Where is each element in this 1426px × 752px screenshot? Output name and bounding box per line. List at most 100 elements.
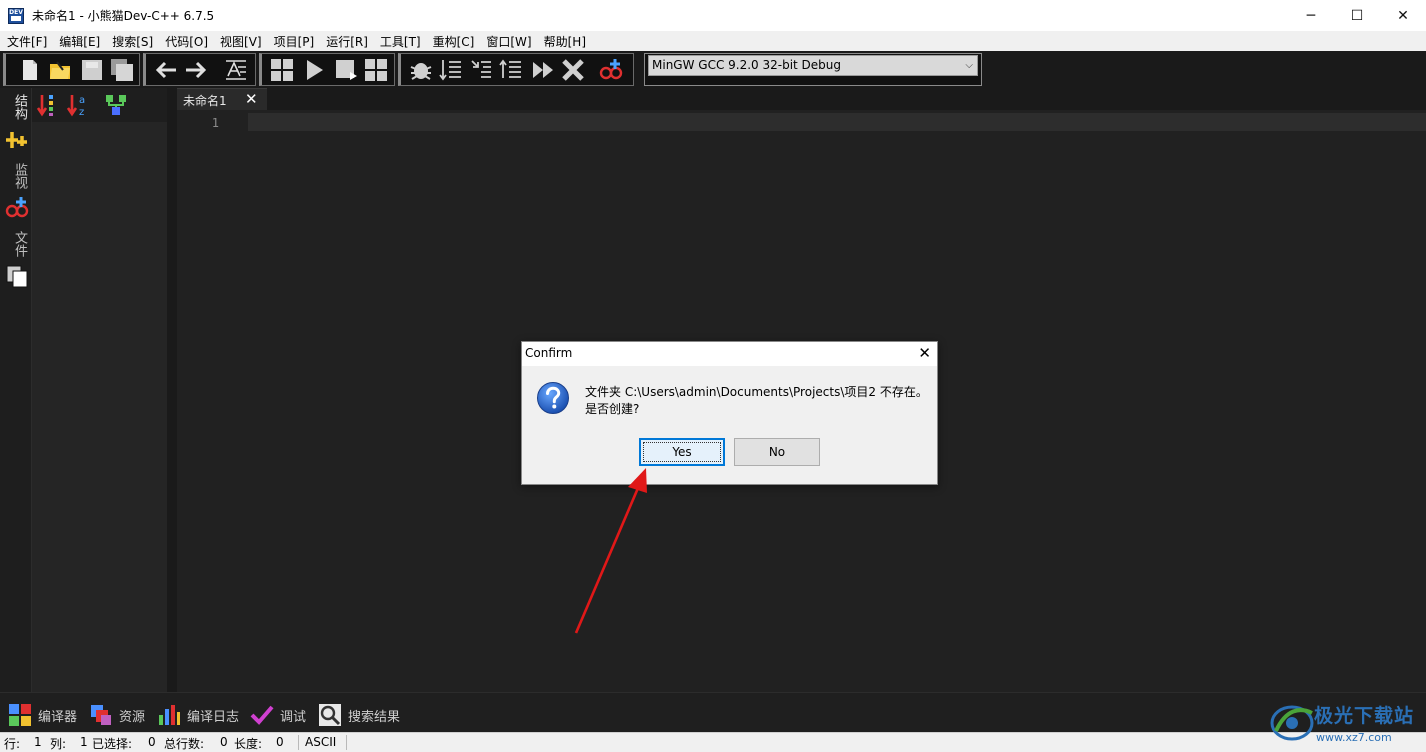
chevron-down-icon[interactable]: ⌵: [965, 56, 973, 75]
tab-search-results[interactable]: 搜索结果: [318, 703, 400, 727]
menu-project[interactable]: 项目[P]: [269, 33, 322, 50]
menu-tools[interactable]: 工具[T]: [375, 33, 428, 50]
edit-toolbar-group: [143, 53, 256, 86]
close-button[interactable]: ✕: [1380, 0, 1426, 31]
watermark-logo-icon: [1270, 705, 1314, 741]
tab-debug-label: 调试: [280, 709, 307, 725]
app-icon: DEV: [8, 7, 24, 24]
tab-debug[interactable]: 调试: [250, 703, 306, 727]
watermark-url: www.xz7.com: [1316, 731, 1392, 744]
new-file-icon[interactable]: [18, 58, 42, 82]
compile-icon[interactable]: [270, 58, 294, 82]
menu-window[interactable]: 窗口[W]: [481, 33, 538, 50]
question-icon: [537, 382, 569, 414]
close-icon[interactable]: ✕: [245, 90, 258, 108]
checkmark-icon: [250, 705, 274, 725]
panel-splitter[interactable]: [167, 88, 177, 692]
debug-bug-icon[interactable]: [409, 58, 433, 82]
tab-untitled1[interactable]: 未命名1 ✕: [177, 88, 267, 110]
save-icon[interactable]: [80, 58, 104, 82]
resources-icon: [91, 705, 111, 725]
show-inherited-icon[interactable]: [104, 93, 128, 117]
dialog-message: 文件夹 C:\Users\admin\Documents\Projects\项目…: [585, 384, 928, 418]
run-icon[interactable]: [302, 58, 326, 82]
dialog-close-button[interactable]: ✕: [918, 344, 931, 362]
tab-watch[interactable]: 监视: [10, 163, 29, 189]
step-out-icon[interactable]: [499, 58, 523, 82]
tab-compiler[interactable]: 编译器: [8, 703, 77, 727]
toolbar: MinGW GCC 9.2.0 32-bit Debug ⌵: [0, 51, 1426, 88]
menu-view[interactable]: 视图[V]: [215, 33, 269, 50]
status-length-value: 0: [276, 735, 284, 749]
save-all-icon[interactable]: [110, 58, 134, 82]
line-number-gutter: 1: [177, 110, 245, 692]
window-title: 未命名1 - 小熊猫Dev-C++ 6.7.5: [32, 9, 215, 23]
svg-text:z: z: [79, 107, 84, 117]
editor-tab-bar: 未命名1 ✕: [177, 88, 1426, 110]
format-code-icon[interactable]: [224, 58, 248, 82]
status-lines-value: 0: [220, 735, 228, 749]
tab-resources[interactable]: 资源: [89, 703, 145, 727]
yes-button[interactable]: Yes: [639, 438, 725, 466]
status-selection-label: 已选择:: [92, 737, 133, 751]
rebuild-icon[interactable]: [364, 58, 388, 82]
stop-debug-icon[interactable]: [561, 58, 585, 82]
class-browser-panel: az: [32, 88, 167, 692]
current-line-highlight: [248, 113, 1426, 131]
search-icon: [319, 704, 341, 726]
menu-search[interactable]: 搜索[S]: [107, 33, 160, 50]
maximize-button[interactable]: ☐: [1334, 0, 1380, 31]
tab-structure[interactable]: 结构: [10, 94, 29, 120]
compile-run-icon[interactable]: [334, 58, 358, 82]
dialog-title-bar: Confirm ✕: [522, 342, 937, 366]
sort-by-type-icon[interactable]: [36, 93, 60, 117]
status-col-label: 列:: [50, 737, 67, 751]
dialog-title: Confirm: [525, 346, 573, 360]
minimize-button[interactable]: ─: [1288, 0, 1334, 31]
watch-tab-icon[interactable]: [5, 196, 29, 220]
status-col-value: 1: [80, 735, 88, 749]
file-toolbar-group: [3, 53, 140, 86]
status-separator: [298, 735, 299, 750]
status-separator: [346, 735, 347, 750]
svg-text:a: a: [79, 95, 85, 106]
status-length-label: 长度:: [234, 737, 263, 751]
bar-chart-icon: [159, 705, 180, 725]
status-lines-label: 总行数:: [164, 737, 205, 751]
menu-edit[interactable]: 编辑[E]: [54, 33, 107, 50]
continue-icon[interactable]: [531, 58, 555, 82]
debug-toolbar-group: [398, 53, 634, 86]
menu-help[interactable]: 帮助[H]: [539, 33, 593, 50]
line-number: 1: [211, 116, 219, 130]
add-watch-icon[interactable]: [599, 58, 623, 82]
menu-refactor[interactable]: 重构[C]: [428, 33, 482, 50]
menu-run[interactable]: 运行[R]: [321, 33, 375, 50]
window-controls: ─ ☐ ✕: [1288, 0, 1426, 31]
compiler-set-label: MinGW GCC 9.2.0 32-bit Debug: [652, 58, 842, 72]
tab-label: 未命名1: [183, 94, 227, 108]
no-button[interactable]: No: [734, 438, 820, 466]
menu-file[interactable]: 文件[F]: [2, 33, 54, 50]
compiler-set-select[interactable]: MinGW GCC 9.2.0 32-bit Debug ⌵: [644, 53, 982, 86]
step-over-icon[interactable]: [439, 58, 463, 82]
structure-tab-icon[interactable]: [5, 128, 29, 152]
tab-files[interactable]: 文件: [10, 231, 29, 257]
tab-search-results-label: 搜索结果: [348, 709, 401, 725]
watermark-text: 极光下载站: [1314, 705, 1415, 727]
confirm-dialog: Confirm ✕ 文件夹 C:\Users\admin\Documents\P…: [521, 341, 938, 485]
tab-compile-log[interactable]: 编译日志: [157, 703, 239, 727]
status-row-label: 行:: [4, 737, 21, 751]
compiler-set-value[interactable]: MinGW GCC 9.2.0 32-bit Debug ⌵: [648, 55, 978, 76]
redo-icon[interactable]: [184, 58, 208, 82]
files-tab-icon[interactable]: [5, 264, 29, 288]
compile-toolbar-group: [259, 53, 395, 86]
title-bar: DEV 未命名1 - 小熊猫Dev-C++ 6.7.5 ─ ☐ ✕: [0, 0, 1426, 31]
menu-code[interactable]: 代码[O]: [160, 33, 215, 50]
open-folder-icon[interactable]: [48, 58, 72, 82]
undo-icon[interactable]: [154, 58, 178, 82]
bottom-panel-tabs: 编译器 资源 编译日志 调试 搜索结果: [0, 692, 1426, 732]
dialog-message-line2: 是否创建?: [585, 402, 640, 416]
sort-alphabetically-icon[interactable]: az: [66, 93, 90, 117]
step-into-icon[interactable]: [469, 58, 493, 82]
tab-resources-label: 资源: [119, 709, 146, 725]
